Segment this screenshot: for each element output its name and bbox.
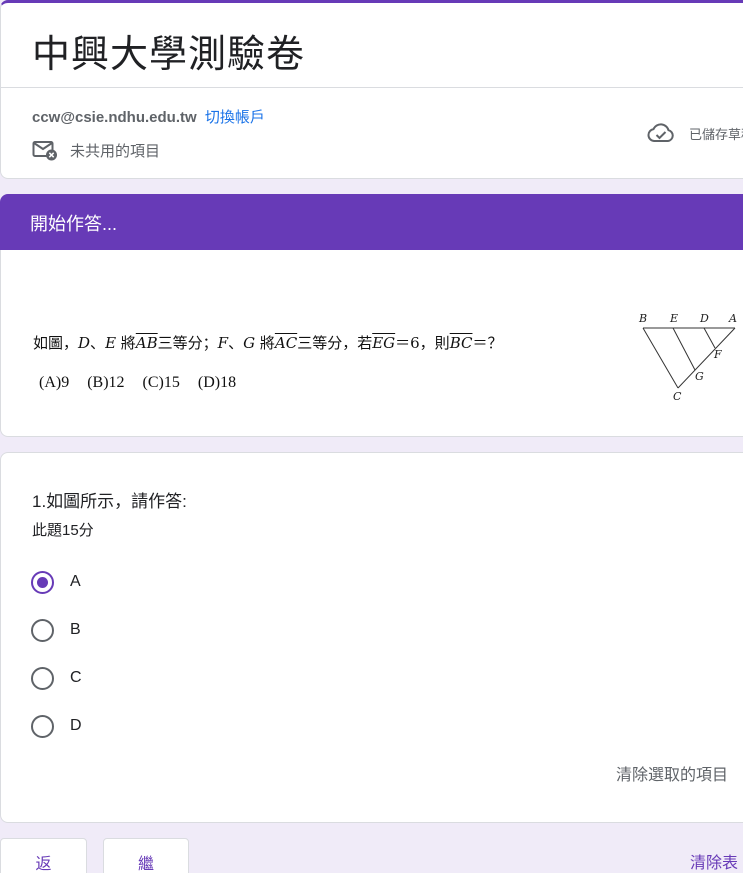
problem-statement: 如圖，D、E 將AB三等分；F、G 將AC三等分，若EG＝6，則BC＝？ <box>33 332 502 353</box>
clear-form-button[interactable]: 清除表 <box>690 849 738 873</box>
cloud-done-icon <box>647 122 675 144</box>
question-card: 1.如圖所示，請作答: 此題15分 A B C D 清除選取的項目 <box>0 452 743 823</box>
option-label: D <box>70 717 82 734</box>
point-label-e: E <box>105 334 117 352</box>
problem-text-part: 將 <box>116 334 136 352</box>
figure-label-a: A <box>728 312 737 325</box>
not-shared-label: 未共用的項目 <box>70 142 161 160</box>
problem-choice: (A)9 <box>39 374 70 391</box>
figure-label-b: B <box>638 312 647 325</box>
section-banner: 開始作答... <box>0 194 743 251</box>
problem-choice: (D)18 <box>197 374 237 391</box>
saved-draft-label: 已儲存草稿 <box>688 126 743 142</box>
option-a[interactable]: A <box>31 569 81 595</box>
form-title: 中興大學測驗卷 <box>32 32 306 76</box>
problem-text-part: 、 <box>228 334 244 352</box>
switch-account-link[interactable]: 切換帳戶 <box>205 109 265 126</box>
problem-text-part: 三等分； <box>157 334 218 352</box>
point-label-d: D <box>78 334 91 352</box>
problem-choice: (B)12 <box>87 374 125 391</box>
triangle-figure: B E D A F G C <box>638 312 737 403</box>
segment-ac: AC <box>274 334 298 352</box>
option-label: B <box>70 621 81 638</box>
radio-button-checked[interactable] <box>31 570 54 594</box>
clear-selection-button[interactable]: 清除選取的項目 <box>616 761 728 785</box>
segment-ab: AB <box>135 334 158 352</box>
figure-label-e: E <box>669 312 678 325</box>
figure-label-d: D <box>699 312 709 325</box>
section-title: 開始作答... <box>30 214 118 234</box>
not-shared-row: 未共用的項目 <box>32 139 160 161</box>
point-label-f: F <box>217 334 229 352</box>
question-points: 此題15分 <box>32 522 94 539</box>
problem-text-part: 將 <box>255 334 275 352</box>
question-title: 1.如圖所示，請作答: <box>32 492 187 511</box>
problem-text-part: 、 <box>90 334 106 352</box>
radio-button[interactable] <box>31 618 54 642</box>
account-email: ccw@csie.ndhu.edu.tw <box>32 109 197 126</box>
radio-button[interactable] <box>31 714 54 738</box>
problem-choice: (C)15 <box>142 374 180 391</box>
problem-text-part: ＝6，則 <box>395 334 450 352</box>
problem-choices: (A)9 (B)12 (C)15 (D)18 <box>39 374 248 392</box>
back-button[interactable]: 返 <box>0 838 87 873</box>
figure-label-g: G <box>695 370 704 383</box>
next-button[interactable]: 繼 <box>103 838 189 873</box>
option-b[interactable]: B <box>31 617 81 643</box>
segment-eg: EG <box>372 334 396 352</box>
option-d[interactable]: D <box>31 713 82 739</box>
option-label: A <box>70 573 81 590</box>
saved-draft-status: 已儲存草稿 <box>647 122 743 144</box>
segment-bc: BC <box>449 334 473 352</box>
problem-text-part: 如圖， <box>33 334 79 352</box>
mail-off-icon <box>32 139 58 161</box>
point-label-g: G <box>243 334 256 352</box>
figure-label-c: C <box>673 390 682 403</box>
figure-label-f: F <box>713 348 722 361</box>
form-header-card: 中興大學測驗卷 ccw@csie.ndhu.edu.tw 切換帳戶 未共用的項目… <box>0 0 743 179</box>
problem-text-part: 三等分，若 <box>297 334 373 352</box>
option-c[interactable]: C <box>31 665 82 691</box>
option-label: C <box>70 669 82 686</box>
problem-text-part: ＝？ <box>472 334 503 352</box>
radio-button[interactable] <box>31 666 54 690</box>
section-description-card: 如圖，D、E 將AB三等分；F、G 將AC三等分，若EG＝6，則BC＝？ (A)… <box>0 250 743 437</box>
account-line: ccw@csie.ndhu.edu.tw 切換帳戶 <box>32 106 265 127</box>
header-divider <box>1 87 743 88</box>
